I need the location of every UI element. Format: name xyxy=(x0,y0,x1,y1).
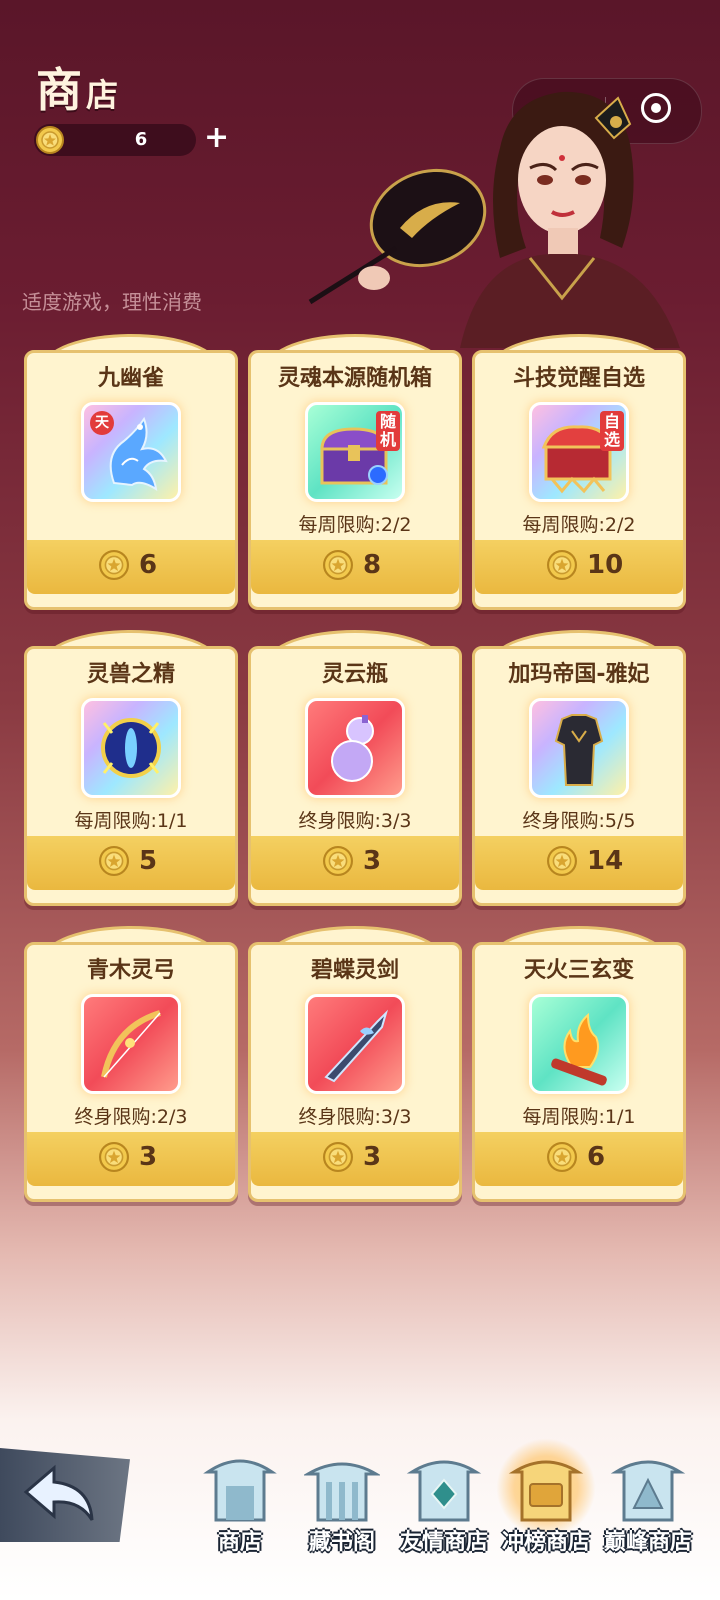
shop-item-card[interactable]: 灵云瓶 终身限购:3/3 3 xyxy=(248,630,462,906)
nav-tab-label: 巅峰商店 xyxy=(603,1529,692,1555)
sword-icon xyxy=(324,1009,389,1083)
page-title-main: 商 xyxy=(36,63,84,117)
item-icon-frame xyxy=(81,994,181,1094)
rarity-badge: 天 xyxy=(90,411,114,435)
nav-tab-label: 藏书阁 xyxy=(308,1529,375,1555)
nav-tab-ranking-shop[interactable]: 冲榜商店 xyxy=(494,1438,598,1558)
price-button[interactable]: 3 xyxy=(251,836,459,890)
price-button[interactable]: 3 xyxy=(27,1132,235,1186)
item-price: 14 xyxy=(587,846,624,876)
gold-coin-icon xyxy=(547,846,577,880)
nav-tab-shop[interactable]: 商店 xyxy=(188,1448,292,1558)
item-icon-frame: 天 xyxy=(81,402,181,502)
gold-coin-icon xyxy=(323,550,353,584)
beast-orb-icon xyxy=(101,718,161,778)
purchase-limit: 终身限购:3/3 xyxy=(298,810,412,832)
item-name: 天火三玄变 xyxy=(523,958,634,983)
price-button[interactable]: 10 xyxy=(475,540,683,594)
item-price: 3 xyxy=(363,846,382,876)
fire-scroll-icon xyxy=(551,1012,607,1086)
nav-tab-label: 商店 xyxy=(217,1529,262,1555)
item-icon-frame xyxy=(305,698,405,798)
price-button[interactable]: 3 xyxy=(251,1132,459,1186)
item-icon-frame xyxy=(305,994,405,1094)
gold-coin-icon xyxy=(547,1142,577,1176)
item-name: 青木灵弓 xyxy=(86,958,175,983)
bottom-nav: 商店 藏书阁 友情商店 冲榜商店 巅峰商店 xyxy=(0,1438,720,1600)
item-name: 灵云瓶 xyxy=(321,662,388,687)
item-name: 九幽雀 xyxy=(97,366,164,391)
item-name: 灵兽之精 xyxy=(86,662,175,687)
item-name: 灵魂本源随机箱 xyxy=(277,366,432,391)
purchase-limit: 每周限购:1/1 xyxy=(74,810,188,832)
back-button[interactable] xyxy=(0,1448,130,1542)
peak-shop-icon xyxy=(610,1460,686,1522)
nav-tab-friendship-shop[interactable]: 友情商店 xyxy=(392,1448,496,1558)
price-button[interactable]: 6 xyxy=(27,540,235,594)
item-name: 碧蝶灵剑 xyxy=(310,958,399,983)
nav-tab-label: 友情商店 xyxy=(399,1529,488,1555)
nav-tab-peak-shop[interactable]: 巅峰商店 xyxy=(596,1448,700,1558)
item-price: 3 xyxy=(363,1142,382,1172)
purchase-limit: 每周限购:2/2 xyxy=(298,514,412,536)
random-tag: 随机 xyxy=(376,411,400,451)
currency-count: 6 xyxy=(134,129,148,150)
price-button[interactable]: 14 xyxy=(475,836,683,890)
item-price: 6 xyxy=(139,550,158,580)
choice-tag: 自选 xyxy=(600,411,624,451)
item-icon-frame: 随机 xyxy=(305,402,405,502)
nav-tab-library[interactable]: 藏书阁 xyxy=(290,1448,394,1558)
gourd-icon xyxy=(331,715,374,782)
gold-coin-icon xyxy=(547,550,577,584)
bow-icon xyxy=(101,1010,161,1078)
shop-item-card[interactable]: 天火三玄变 每周限购:1/1 6 xyxy=(472,926,686,1202)
shop-item-card[interactable]: 斗技觉醒自选 自选 每周限购:2/2 10 xyxy=(472,334,686,610)
gold-coin-icon xyxy=(36,126,64,158)
shop-item-card[interactable]: 加玛帝国-雅妃 终身限购:5/5 14 xyxy=(472,630,686,906)
purchase-limit: 终身限购:5/5 xyxy=(522,810,636,832)
pavilion-icon xyxy=(203,1459,277,1522)
price-button[interactable]: 6 xyxy=(475,1132,683,1186)
add-currency-button[interactable]: + xyxy=(204,120,229,155)
page-title: 商店 xyxy=(36,54,118,120)
outfit-icon xyxy=(554,714,604,786)
shop-item-card[interactable]: 青木灵弓 终身限购:2/3 3 xyxy=(24,926,238,1202)
item-price: 6 xyxy=(587,1142,606,1172)
gold-coin-icon xyxy=(323,846,353,880)
item-icon-frame xyxy=(529,994,629,1094)
moderation-notice: 适度游戏，理性消费 xyxy=(22,290,202,314)
price-button[interactable]: 8 xyxy=(251,540,459,594)
item-price: 10 xyxy=(587,550,624,580)
currency-bar: 6 + xyxy=(34,120,229,158)
shopkeeper-character-illustration xyxy=(300,88,700,348)
price-button[interactable]: 5 xyxy=(27,836,235,890)
item-icon-frame xyxy=(529,698,629,798)
gold-coin-icon xyxy=(323,1142,353,1176)
ranking-shop-icon xyxy=(508,1460,584,1522)
back-arrow-icon xyxy=(23,1464,94,1521)
purchase-limit: 终身限购:3/3 xyxy=(298,1106,412,1128)
nav-tab-label: 冲榜商店 xyxy=(501,1529,590,1555)
gold-coin-icon xyxy=(99,846,129,880)
gold-coin-icon xyxy=(99,550,129,584)
shop-item-card[interactable]: 灵兽之精 每周限购:1/1 5 xyxy=(24,630,238,906)
shop-item-card[interactable]: 九幽雀 天 6 xyxy=(24,334,238,610)
gold-coin-icon xyxy=(99,1142,129,1176)
purchase-limit: 每周限购:2/2 xyxy=(522,514,636,536)
shop-item-card[interactable]: 碧蝶灵剑 终身限购:3/3 3 xyxy=(248,926,462,1202)
item-price: 5 xyxy=(139,846,158,876)
item-name: 加玛帝国-雅妃 xyxy=(508,662,650,687)
item-icon-frame xyxy=(81,698,181,798)
item-price: 3 xyxy=(139,1142,158,1172)
library-icon xyxy=(304,1462,380,1522)
item-name: 斗技觉醒自选 xyxy=(512,366,645,391)
shop-item-card[interactable]: 灵魂本源随机箱 随机 每周限购:2/2 8 xyxy=(248,334,462,610)
page-title-sub: 店 xyxy=(86,76,119,114)
item-icon-frame: 自选 xyxy=(529,402,629,502)
purchase-limit: 每周限购:1/1 xyxy=(522,1106,636,1128)
purchase-limit: 终身限购:2/3 xyxy=(74,1106,188,1128)
friendship-shop-icon xyxy=(406,1460,482,1522)
item-price: 8 xyxy=(363,550,382,580)
